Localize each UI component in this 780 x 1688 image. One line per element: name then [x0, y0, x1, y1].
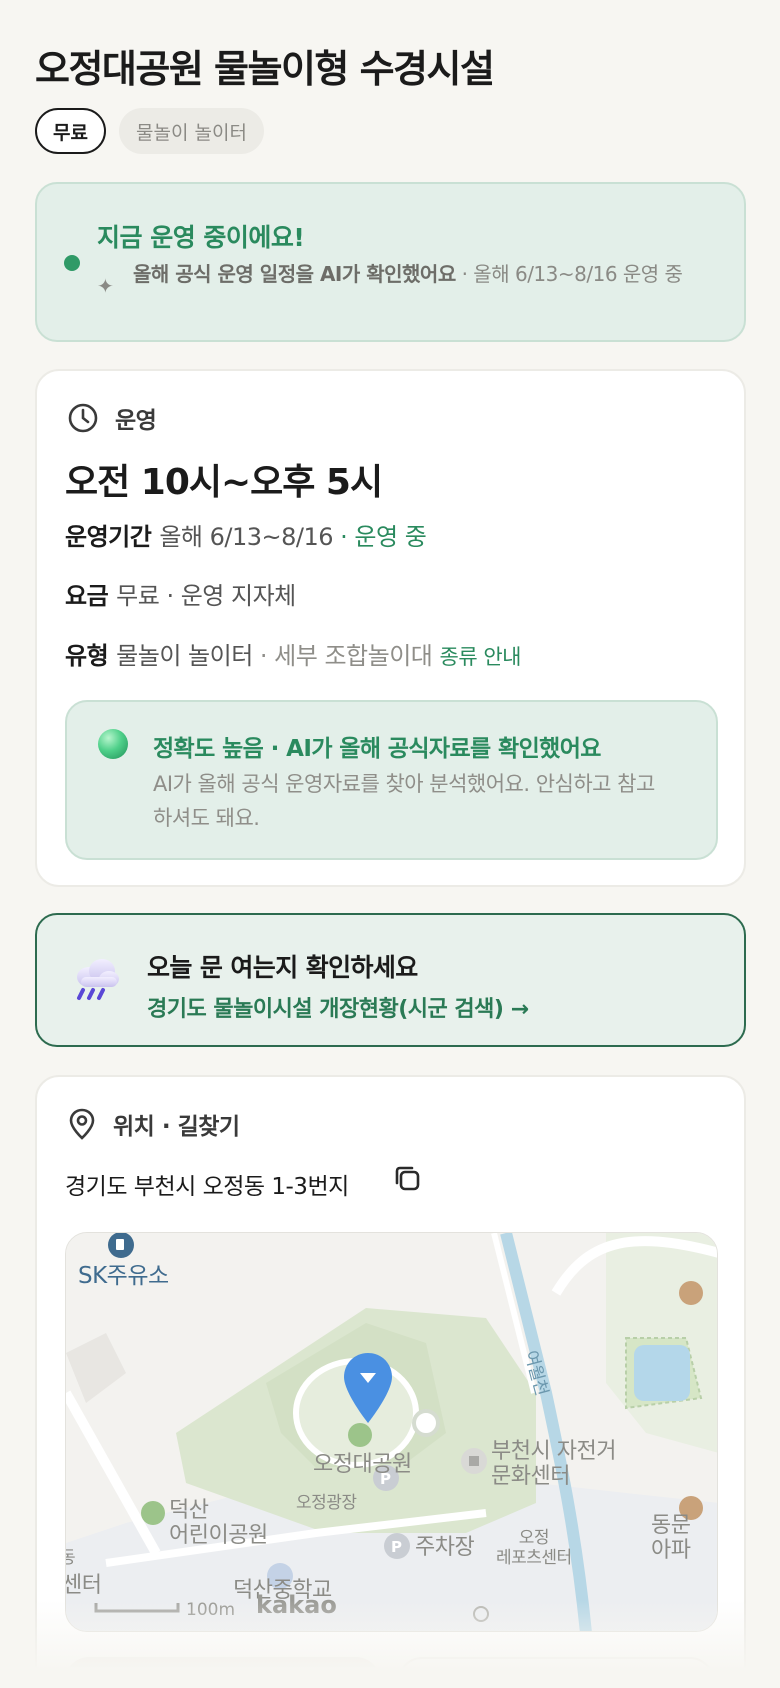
check-link[interactable]: 경기도 물놀이시설 개장현황(시군 검색) →: [147, 991, 529, 1023]
svg-text:P: P: [391, 1538, 402, 1556]
rain-cloud-icon: [77, 959, 119, 1000]
chip-free[interactable]: 무료: [35, 108, 106, 154]
location-header: 위치 · 길찾기: [67, 1107, 240, 1141]
map-label-bike-center: 부천시 자전거 문화센터: [491, 1439, 616, 1489]
sparkle-icon: ✦: [97, 274, 114, 298]
accuracy-box: 정확도 높음 · AI가 올해 공식자료를 확인했어요 AI가 올해 공식 운영…: [65, 700, 718, 860]
status-title: 지금 운영 중이에요!: [97, 223, 305, 252]
type-key: 유형: [65, 642, 109, 670]
map[interactable]: P P SK주유소 오정대공원 오정광장 여월천 부천시 자전거 문화센터 덕산…: [65, 1232, 718, 1632]
period-status: · 운영 중: [333, 523, 427, 551]
period-row: 운영기간 올해 6/13~8/16 · 운영 중: [65, 517, 427, 552]
status-subtitle-bold: 올해 공식 운영 일정을 AI가 확인했어요: [133, 262, 456, 286]
map-label-parking: 주차장: [415, 1535, 475, 1560]
bottom-fade: [0, 1600, 780, 1688]
type-detail: · 세부 조합놀이대: [252, 642, 440, 670]
status-subtitle: 올해 공식 운영 일정을 AI가 확인했어요 · 올해 6/13~8/16 운영…: [133, 260, 723, 288]
location-pin-icon: [69, 1108, 95, 1140]
accuracy-title: 정확도 높음 · AI가 올해 공식자료를 확인했어요: [153, 736, 601, 762]
operation-card: 운영 오전 10시~오후 5시 운영기간 올해 6/13~8/16 · 운영 중 …: [35, 369, 746, 887]
map-label-kids-park: 덕산 어린이공원: [169, 1498, 268, 1548]
clock-icon: [68, 403, 98, 433]
map-label-sports: 오정 레포츠센터: [496, 1528, 572, 1568]
status-card: 지금 운영 중이에요! ✦ 올해 공식 운영 일정을 AI가 확인했어요 · 올…: [35, 182, 746, 342]
fee-key: 요금: [65, 582, 109, 610]
page-title: 오정대공원 물놀이형 수경시설: [35, 47, 495, 91]
map-label-center: 센터: [65, 1573, 102, 1598]
map-label-park: 오정대공원: [313, 1452, 412, 1477]
type-row: 유형 물놀이 놀이터 · 세부 조합놀이대 종류 안내: [65, 636, 521, 671]
status-dot: [64, 255, 80, 271]
map-label-hae: 동: [66, 1548, 76, 1568]
operation-label: 운영: [115, 408, 157, 434]
period-key: 운영기간: [65, 523, 152, 551]
accuracy-description: AI가 올해 공식 운영자료를 찾아 분석했어요. 안심하고 참고하셔도 돼요.: [153, 772, 655, 830]
fee-value: 무료 · 운영 지자체: [116, 582, 296, 610]
operating-hours: 오전 10시~오후 5시: [65, 462, 383, 503]
map-background: P P: [66, 1233, 717, 1631]
check-open-card[interactable]: 오늘 문 여는지 확인하세요 경기도 물놀이시설 개장현황(시군 검색) →: [35, 913, 746, 1047]
page: 오정대공원 물놀이형 수경시설 무료 물놀이 놀이터 지금 운영 중이에요! ✦…: [0, 0, 780, 1688]
address-text: 경기도 부천시 오정동 1-3번지: [65, 1174, 349, 1200]
chip-type[interactable]: 물놀이 놀이터: [119, 108, 264, 154]
copy-icon[interactable]: [392, 1163, 422, 1193]
location-label: 위치 · 길찾기: [113, 1114, 240, 1140]
check-title: 오늘 문 여는지 확인하세요: [147, 953, 418, 982]
accuracy-orb-icon: [98, 729, 128, 759]
map-label-sk: SK주유소: [78, 1263, 169, 1289]
status-subtitle-rest: · 올해 6/13~8/16 운영 중: [455, 262, 683, 286]
fee-row: 요금 무료 · 운영 지자체: [65, 576, 296, 611]
type-guide-link[interactable]: 종류 안내: [440, 645, 522, 669]
period-value: 올해 6/13~8/16: [159, 523, 334, 551]
operation-header: 운영: [67, 401, 157, 435]
map-label-apt: 동문 아파: [651, 1513, 691, 1563]
location-card: 위치 · 길찾기 경기도 부천시 오정동 1-3번지 P P SK주유소 오정대…: [35, 1075, 746, 1688]
map-label-square: 오정광장: [296, 1493, 357, 1513]
type-value: 물놀이 놀이터: [116, 642, 253, 670]
